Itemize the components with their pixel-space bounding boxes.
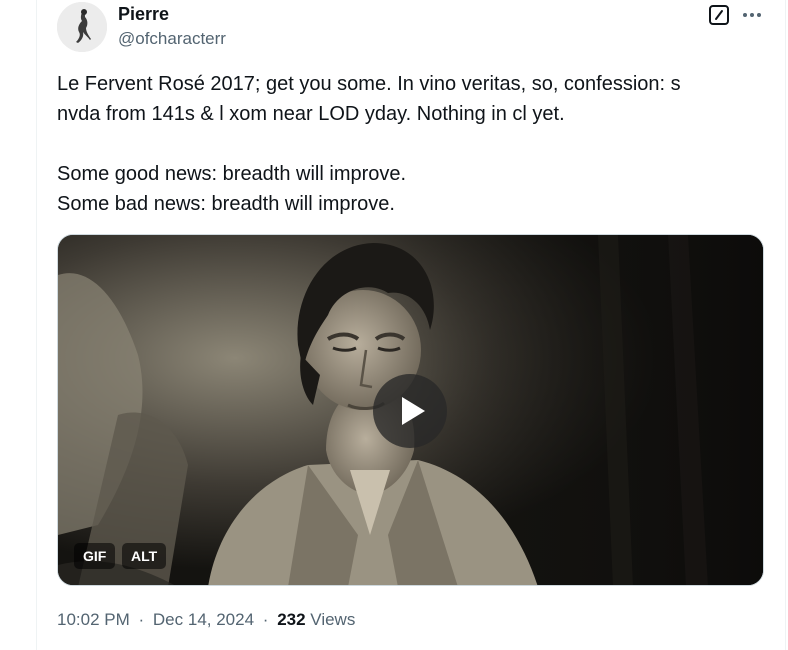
grok-icon[interactable] bbox=[708, 4, 730, 26]
meta-separator: · bbox=[138, 610, 145, 629]
column-border-right bbox=[785, 0, 786, 650]
alt-text-badge[interactable]: ALT bbox=[122, 543, 167, 569]
column-border-left bbox=[36, 0, 37, 650]
tweet-meta: 10:02 PM · Dec 14, 2024 · 232 Views bbox=[57, 608, 355, 632]
meta-separator: · bbox=[262, 610, 269, 629]
tweet-text-line: Some good news: breadth will improve. bbox=[57, 163, 407, 185]
user-handle[interactable]: @ofcharacterr bbox=[118, 28, 226, 50]
more-icon[interactable] bbox=[740, 4, 764, 26]
tweet-date[interactable]: Dec 14, 2024 bbox=[153, 610, 254, 629]
tweet-time[interactable]: 10:02 PM bbox=[57, 610, 130, 629]
tweet-text-line: Le Fervent Rosé 2017; get you some. In v… bbox=[57, 73, 681, 95]
tweet-text-line: nvda from 141s & l xom near LOD yday. No… bbox=[57, 103, 565, 125]
views-count: 232 bbox=[277, 610, 306, 629]
tweet-text: Le Fervent Rosé 2017; get you some. In v… bbox=[57, 69, 757, 219]
play-icon bbox=[402, 397, 425, 425]
play-button[interactable] bbox=[373, 374, 447, 448]
display-name[interactable]: Pierre bbox=[118, 3, 169, 25]
views-label: Views bbox=[310, 610, 356, 629]
avatar[interactable] bbox=[57, 2, 107, 52]
gif-badge: GIF bbox=[74, 543, 116, 569]
tweet-page: Pierre @ofcharacterr Le Fervent Rosé 201… bbox=[0, 0, 788, 650]
tweet-text-line: Some bad news: breadth will improve. bbox=[57, 193, 395, 215]
